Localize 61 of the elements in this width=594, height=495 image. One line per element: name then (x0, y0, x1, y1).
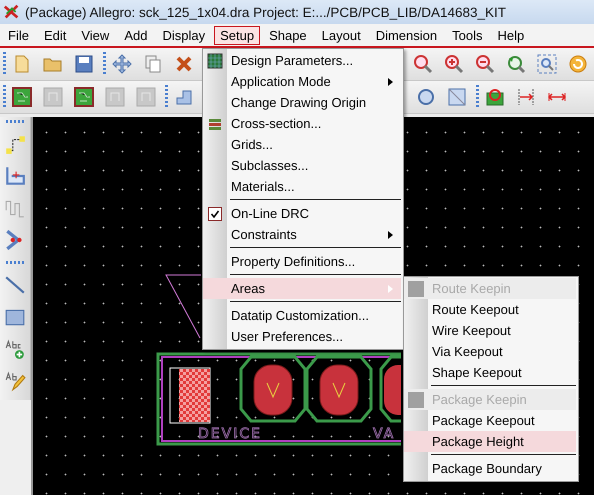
menu-item[interactable]: Via Keepout (404, 341, 576, 362)
move-icon[interactable] (112, 54, 132, 74)
menu-item[interactable]: Property Definitions... (203, 251, 401, 272)
zoom-out-icon[interactable] (474, 54, 495, 74)
square-icon (408, 280, 424, 296)
menu-item[interactable]: Cross-section... (203, 113, 401, 134)
menu-item[interactable]: Help (491, 26, 530, 44)
copy-icon[interactable] (142, 54, 163, 74)
menu-item[interactable]: On-Line DRC (203, 203, 401, 224)
menu-item[interactable]: Materials... (203, 176, 401, 197)
checkbox[interactable] (208, 206, 222, 220)
menu-item[interactable]: Tools (446, 26, 488, 44)
menu-item[interactable]: Setup (214, 26, 260, 44)
menu-item[interactable]: Constraints (203, 224, 401, 245)
save-icon[interactable] (74, 54, 94, 74)
board-icon[interactable] (74, 87, 94, 107)
menu-item[interactable]: Package Height (404, 431, 576, 452)
menu-item[interactable]: Display (156, 26, 212, 44)
menu-item[interactable]: Application Mode (203, 71, 401, 92)
menu-item[interactable]: Areas (203, 278, 401, 299)
menu-item[interactable]: Shape Keepout (404, 362, 576, 383)
circle-icon[interactable] (416, 87, 436, 107)
menu-item[interactable]: Datatip Customization... (203, 305, 401, 326)
zoom-area-icon[interactable] (536, 54, 557, 74)
text-add-icon[interactable] (4, 338, 26, 360)
menu-item[interactable]: Dimension (370, 26, 444, 44)
menu-item[interactable]: Package Boundary (404, 458, 576, 479)
submenu-arrow-icon (388, 284, 393, 292)
text-edit-icon[interactable] (4, 370, 26, 392)
zoom-in-icon[interactable] (444, 54, 464, 74)
line-icon[interactable] (4, 274, 26, 296)
canvas-label: VA (373, 426, 396, 442)
dimension-icon[interactable] (516, 87, 536, 107)
grid-icon (207, 52, 223, 68)
menu-item[interactable]: View (75, 26, 116, 44)
menu-item[interactable]: User Preferences... (203, 326, 401, 347)
zoom-back-icon[interactable] (506, 54, 526, 74)
menu-item[interactable]: Grids... (203, 134, 401, 155)
submenu-arrow-icon (388, 230, 393, 238)
menu-item[interactable]: Route Keepout (404, 299, 576, 320)
menu-item[interactable]: Edit (38, 26, 72, 44)
menu-item[interactable]: Package Keepout (404, 410, 576, 431)
square-icon (408, 392, 424, 408)
fanout-icon[interactable] (4, 165, 26, 187)
square-icon[interactable] (447, 87, 467, 107)
menu-item[interactable]: Layout (316, 26, 367, 44)
window-title: (Package) Allegro: sck_125_1x04.dra Project: E:.../PCB/PCB_LIB/DA14683_KIT (25, 4, 506, 20)
board-icon[interactable] (12, 87, 32, 107)
chip-icon[interactable] (485, 87, 505, 107)
canvas-label: DEVICE (198, 426, 262, 442)
app-icon (3, 3, 21, 21)
menu-item[interactable]: Shape (263, 26, 313, 44)
menu-item[interactable]: File (2, 26, 35, 44)
menu-item[interactable]: Subclasses... (203, 155, 401, 176)
submenu-arrow-icon (388, 78, 393, 86)
delete-icon[interactable] (174, 54, 194, 74)
magnifier-icon[interactable] (412, 54, 433, 74)
trapezoid-outline (165, 274, 202, 338)
menu-item[interactable]: Wire Keepout (404, 320, 576, 341)
refresh-icon[interactable] (568, 54, 588, 74)
menu-item[interactable]: Add (118, 26, 154, 44)
